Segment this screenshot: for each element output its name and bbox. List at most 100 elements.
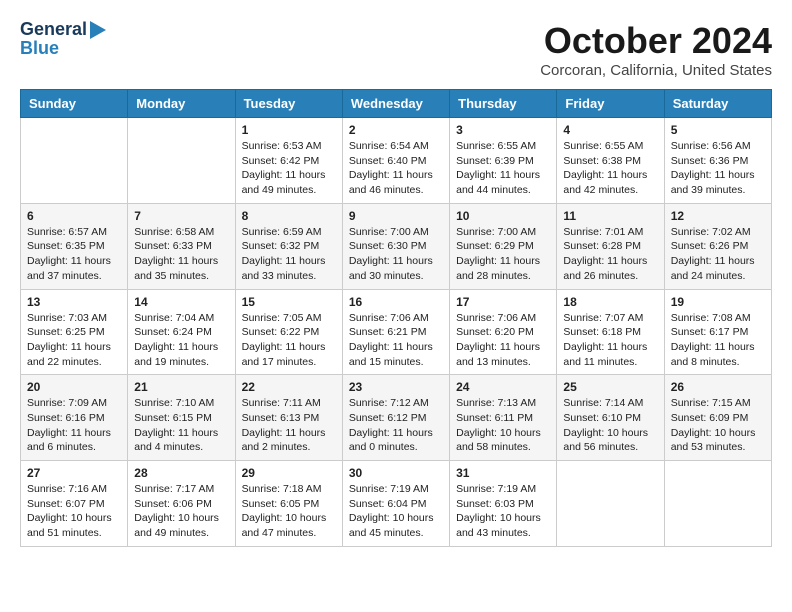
calendar-cell: 1 Sunrise: 6:53 AM Sunset: 6:42 PM Daylig… <box>235 118 342 204</box>
calendar-cell: 18 Sunrise: 7:07 AM Sunset: 6:18 PM Dayli… <box>557 289 664 375</box>
day-info: Sunrise: 6:54 AM Sunset: 6:40 PM Dayligh… <box>349 139 443 198</box>
calendar-cell: 24 Sunrise: 7:13 AM Sunset: 6:11 PM Dayli… <box>450 375 557 461</box>
calendar-cell: 23 Sunrise: 7:12 AM Sunset: 6:12 PM Dayli… <box>342 375 449 461</box>
calendar-cell <box>557 461 664 547</box>
day-number: 17 <box>456 295 550 309</box>
day-info: Sunrise: 6:57 AM Sunset: 6:35 PM Dayligh… <box>27 225 121 284</box>
calendar-cell: 15 Sunrise: 7:05 AM Sunset: 6:22 PM Dayli… <box>235 289 342 375</box>
day-info: Sunrise: 7:01 AM Sunset: 6:28 PM Dayligh… <box>563 225 657 284</box>
day-number: 12 <box>671 209 765 223</box>
day-info: Sunrise: 7:05 AM Sunset: 6:22 PM Dayligh… <box>242 311 336 370</box>
day-info: Sunrise: 7:08 AM Sunset: 6:17 PM Dayligh… <box>671 311 765 370</box>
day-number: 30 <box>349 466 443 480</box>
calendar-cell: 6Sunrise: 6:57 AM Sunset: 6:35 PM Daylig… <box>21 203 128 289</box>
calendar-cell: 17Sunrise: 7:06 AM Sunset: 6:20 PM Dayli… <box>450 289 557 375</box>
calendar-cell: 27 Sunrise: 7:16 AM Sunset: 6:07 PM Dayli… <box>21 461 128 547</box>
calendar-week-row: 6Sunrise: 6:57 AM Sunset: 6:35 PM Daylig… <box>21 203 772 289</box>
day-number: 2 <box>349 123 443 137</box>
day-number: 27 <box>27 466 121 480</box>
day-number: 1 <box>242 123 336 137</box>
day-number: 15 <box>242 295 336 309</box>
calendar-cell: 31Sunrise: 7:19 AM Sunset: 6:03 PM Dayli… <box>450 461 557 547</box>
day-info: Sunrise: 6:58 AM Sunset: 6:33 PM Dayligh… <box>134 225 228 284</box>
day-of-week-header: Monday <box>128 90 235 118</box>
day-of-week-header: Friday <box>557 90 664 118</box>
day-info: Sunrise: 7:15 AM Sunset: 6:09 PM Dayligh… <box>671 396 765 455</box>
calendar-cell: 13Sunrise: 7:03 AM Sunset: 6:25 PM Dayli… <box>21 289 128 375</box>
day-number: 20 <box>27 380 121 394</box>
day-number: 7 <box>134 209 228 223</box>
calendar-cell: 16 Sunrise: 7:06 AM Sunset: 6:21 PM Dayli… <box>342 289 449 375</box>
day-number: 3 <box>456 123 550 137</box>
page-header: General Blue October 2024 Corcoran, Cali… <box>20 20 772 79</box>
location: Corcoran, California, United States <box>540 62 772 79</box>
calendar-cell: 9 Sunrise: 7:00 AM Sunset: 6:30 PM Daylig… <box>342 203 449 289</box>
day-info: Sunrise: 7:14 AM Sunset: 6:10 PM Dayligh… <box>563 396 657 455</box>
day-number: 4 <box>563 123 657 137</box>
calendar-cell: 12 Sunrise: 7:02 AM Sunset: 6:26 PM Dayli… <box>664 203 771 289</box>
calendar-cell: 25 Sunrise: 7:14 AM Sunset: 6:10 PM Dayli… <box>557 375 664 461</box>
calendar-week-row: 13Sunrise: 7:03 AM Sunset: 6:25 PM Dayli… <box>21 289 772 375</box>
day-of-week-header: Saturday <box>664 90 771 118</box>
day-number: 8 <box>242 209 336 223</box>
calendar-cell: 10Sunrise: 7:00 AM Sunset: 6:29 PM Dayli… <box>450 203 557 289</box>
day-of-week-header: Sunday <box>21 90 128 118</box>
day-number: 16 <box>349 295 443 309</box>
day-info: Sunrise: 6:55 AM Sunset: 6:38 PM Dayligh… <box>563 139 657 198</box>
month-title: October 2024 <box>540 20 772 62</box>
day-info: Sunrise: 6:55 AM Sunset: 6:39 PM Dayligh… <box>456 139 550 198</box>
day-info: Sunrise: 7:06 AM Sunset: 6:21 PM Dayligh… <box>349 311 443 370</box>
day-of-week-header: Tuesday <box>235 90 342 118</box>
calendar-cell: 20 Sunrise: 7:09 AM Sunset: 6:16 PM Dayli… <box>21 375 128 461</box>
day-info: Sunrise: 7:18 AM Sunset: 6:05 PM Dayligh… <box>242 482 336 541</box>
day-of-week-header: Wednesday <box>342 90 449 118</box>
calendar-cell: 30 Sunrise: 7:19 AM Sunset: 6:04 PM Dayli… <box>342 461 449 547</box>
calendar-cell: 3 Sunrise: 6:55 AM Sunset: 6:39 PM Daylig… <box>450 118 557 204</box>
day-number: 24 <box>456 380 550 394</box>
day-number: 9 <box>349 209 443 223</box>
calendar-week-row: 20 Sunrise: 7:09 AM Sunset: 6:16 PM Dayli… <box>21 375 772 461</box>
calendar-week-row: 1 Sunrise: 6:53 AM Sunset: 6:42 PM Daylig… <box>21 118 772 204</box>
day-info: Sunrise: 7:00 AM Sunset: 6:30 PM Dayligh… <box>349 225 443 284</box>
calendar-week-row: 27 Sunrise: 7:16 AM Sunset: 6:07 PM Dayli… <box>21 461 772 547</box>
day-number: 25 <box>563 380 657 394</box>
day-info: Sunrise: 7:10 AM Sunset: 6:15 PM Dayligh… <box>134 396 228 455</box>
day-number: 10 <box>456 209 550 223</box>
day-info: Sunrise: 7:17 AM Sunset: 6:06 PM Dayligh… <box>134 482 228 541</box>
day-info: Sunrise: 7:09 AM Sunset: 6:16 PM Dayligh… <box>27 396 121 455</box>
day-info: Sunrise: 7:07 AM Sunset: 6:18 PM Dayligh… <box>563 311 657 370</box>
calendar-cell <box>21 118 128 204</box>
logo-text: General <box>20 20 106 40</box>
day-info: Sunrise: 7:13 AM Sunset: 6:11 PM Dayligh… <box>456 396 550 455</box>
calendar-header-row: SundayMondayTuesdayWednesdayThursdayFrid… <box>21 90 772 118</box>
calendar-cell: 19 Sunrise: 7:08 AM Sunset: 6:17 PM Dayli… <box>664 289 771 375</box>
day-info: Sunrise: 7:11 AM Sunset: 6:13 PM Dayligh… <box>242 396 336 455</box>
day-number: 28 <box>134 466 228 480</box>
day-number: 11 <box>563 209 657 223</box>
calendar-cell: 2 Sunrise: 6:54 AM Sunset: 6:40 PM Daylig… <box>342 118 449 204</box>
day-info: Sunrise: 7:02 AM Sunset: 6:26 PM Dayligh… <box>671 225 765 284</box>
day-number: 19 <box>671 295 765 309</box>
calendar-cell: 5 Sunrise: 6:56 AM Sunset: 6:36 PM Daylig… <box>664 118 771 204</box>
day-info: Sunrise: 7:16 AM Sunset: 6:07 PM Dayligh… <box>27 482 121 541</box>
calendar-cell: 4 Sunrise: 6:55 AM Sunset: 6:38 PM Daylig… <box>557 118 664 204</box>
day-number: 23 <box>349 380 443 394</box>
calendar-cell: 22Sunrise: 7:11 AM Sunset: 6:13 PM Dayli… <box>235 375 342 461</box>
day-info: Sunrise: 7:12 AM Sunset: 6:12 PM Dayligh… <box>349 396 443 455</box>
day-info: Sunrise: 6:59 AM Sunset: 6:32 PM Dayligh… <box>242 225 336 284</box>
day-info: Sunrise: 6:53 AM Sunset: 6:42 PM Dayligh… <box>242 139 336 198</box>
day-number: 18 <box>563 295 657 309</box>
day-number: 31 <box>456 466 550 480</box>
day-number: 5 <box>671 123 765 137</box>
day-number: 14 <box>134 295 228 309</box>
calendar-cell <box>664 461 771 547</box>
day-info: Sunrise: 7:19 AM Sunset: 6:04 PM Dayligh… <box>349 482 443 541</box>
day-number: 21 <box>134 380 228 394</box>
calendar-cell: 11 Sunrise: 7:01 AM Sunset: 6:28 PM Dayli… <box>557 203 664 289</box>
logo-blue: Blue <box>20 38 106 59</box>
calendar-table: SundayMondayTuesdayWednesdayThursdayFrid… <box>20 89 772 547</box>
calendar-cell: 28 Sunrise: 7:17 AM Sunset: 6:06 PM Dayli… <box>128 461 235 547</box>
day-info: Sunrise: 6:56 AM Sunset: 6:36 PM Dayligh… <box>671 139 765 198</box>
calendar-cell: 14Sunrise: 7:04 AM Sunset: 6:24 PM Dayli… <box>128 289 235 375</box>
calendar-cell: 21 Sunrise: 7:10 AM Sunset: 6:15 PM Dayli… <box>128 375 235 461</box>
